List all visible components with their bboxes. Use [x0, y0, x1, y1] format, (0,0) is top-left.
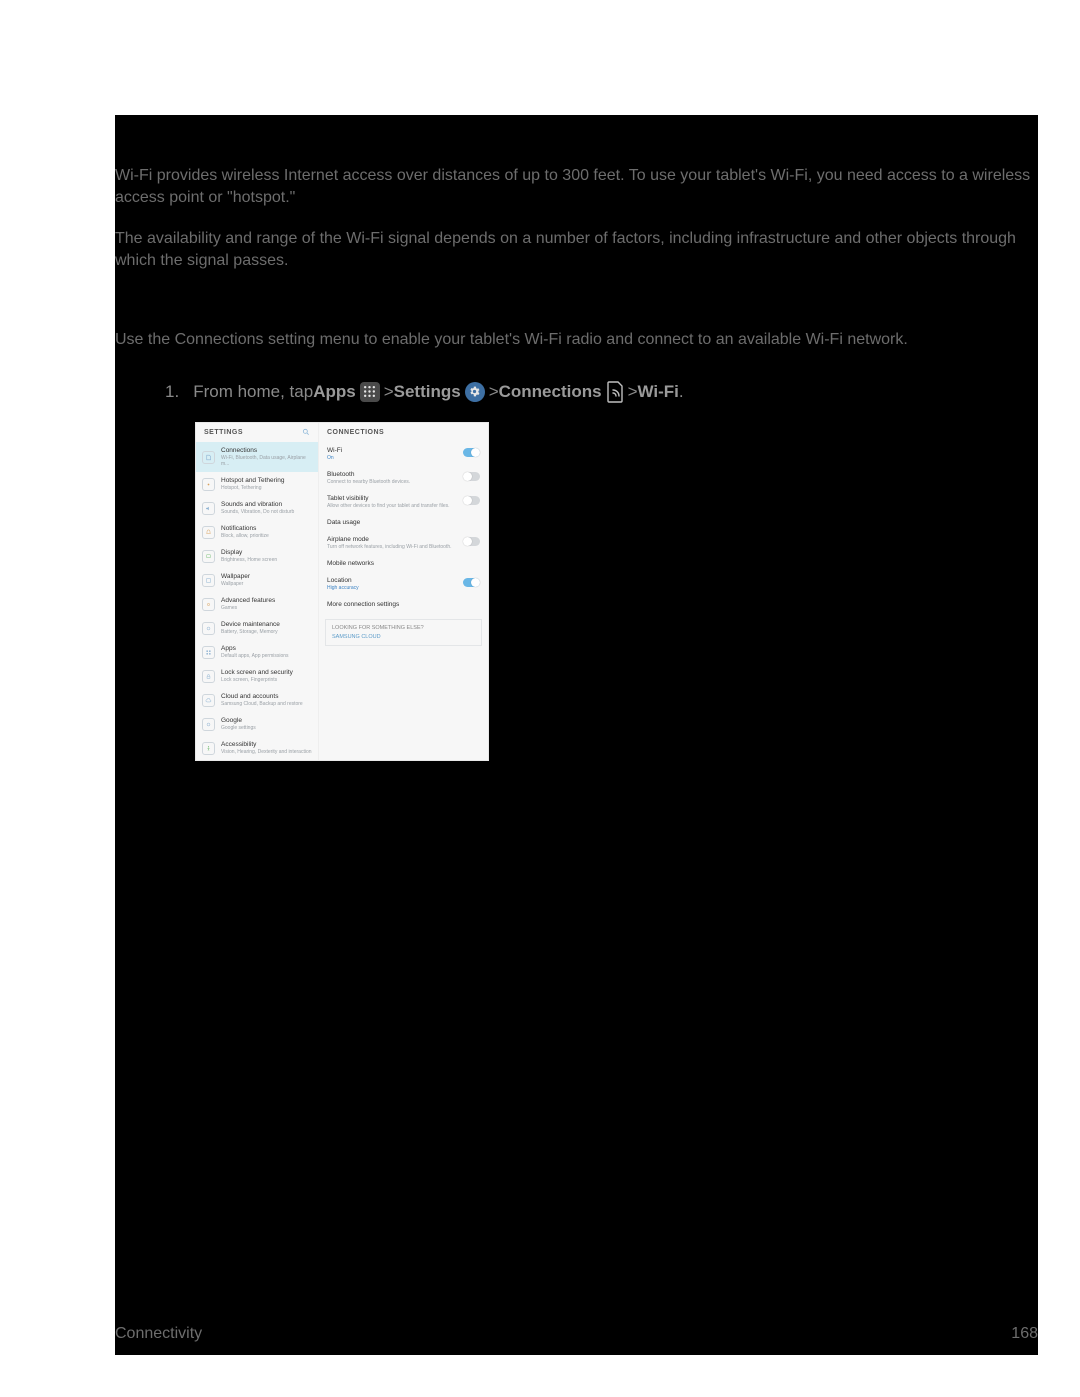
wallpaper-icon — [202, 574, 215, 587]
paragraph-intro-1: Wi-Fi provides wireless Internet access … — [115, 115, 1038, 210]
apps-grid-icon — [360, 382, 380, 402]
sidebar-item-maintenance[interactable]: Device maintenanceBattery, Storage, Memo… — [196, 616, 318, 640]
document-blackbox: Wi-Fi provides wireless Internet access … — [115, 115, 1038, 1355]
step-bold-apps: Apps — [313, 379, 356, 405]
sidebar-item-lockscreen[interactable]: Lock screen and securityLock screen, Fin… — [196, 664, 318, 688]
visibility-toggle[interactable] — [463, 496, 480, 505]
sidebar-item-notifications[interactable]: NotificationsBlock, allow, prioritize — [196, 520, 318, 544]
settings-title-bar: SETTINGS — [196, 423, 318, 442]
suggestion-link: SAMSUNG CLOUD — [332, 634, 475, 640]
sidebar-item-wallpaper[interactable]: WallpaperWallpaper — [196, 568, 318, 592]
wifi-toggle[interactable] — [463, 448, 480, 457]
connections-title: CONNECTIONS — [327, 429, 384, 436]
sidebar-item-display[interactable]: DisplayBrightness, Home screen — [196, 544, 318, 568]
sidebar-item-cloud[interactable]: Cloud and accountsSamsung Cloud, Backup … — [196, 688, 318, 712]
accessibility-icon — [202, 742, 215, 755]
connections-title-bar: CONNECTIONS — [319, 423, 488, 442]
sidebar-item-apps[interactable]: AppsDefault apps, App permissions — [196, 640, 318, 664]
step-period: . — [679, 379, 684, 405]
sidebar-item-accessibility[interactable]: AccessibilityVision, Hearing, Dexterity … — [196, 736, 318, 760]
connections-doc-icon — [606, 381, 624, 403]
right-item-mobile[interactable]: Mobile networks — [319, 555, 488, 572]
hotspot-icon — [202, 478, 215, 491]
footer-section: Connectivity — [115, 1325, 202, 1343]
right-item-datausage[interactable]: Data usage — [319, 514, 488, 531]
right-item-more[interactable]: More connection settings — [319, 596, 488, 613]
apps-icon — [202, 646, 215, 659]
connections-icon — [202, 451, 215, 464]
suggestion-title: LOOKING FOR SOMETHING ELSE? — [332, 625, 475, 631]
sidebar-item-connections[interactable]: ConnectionsWi-Fi, Bluetooth, Data usage,… — [196, 442, 318, 472]
advanced-icon — [202, 598, 215, 611]
display-icon — [202, 550, 215, 563]
settings-gear-icon — [465, 382, 485, 402]
notifications-icon — [202, 526, 215, 539]
step-bold-connections: Connections — [499, 379, 602, 405]
step-number: 1. — [165, 379, 179, 405]
lock-icon — [202, 670, 215, 683]
google-icon — [202, 718, 215, 731]
bluetooth-toggle[interactable] — [463, 472, 480, 481]
step-sep-1: > — [384, 379, 394, 405]
location-toggle[interactable] — [463, 578, 480, 587]
sound-icon — [202, 502, 215, 515]
page-footer: Connectivity 168 — [115, 1325, 1038, 1343]
search-icon[interactable] — [302, 428, 310, 438]
step-text-1: From home, tap — [193, 379, 313, 405]
step-sep-2: > — [489, 379, 499, 405]
sidebar-item-label: Connections — [221, 447, 312, 454]
right-item-wifi[interactable]: Wi-Fi On — [319, 442, 488, 466]
step-sep-3: > — [628, 379, 638, 405]
sidebar-item-google[interactable]: GoogleGoogle settings — [196, 712, 318, 736]
settings-title: SETTINGS — [204, 429, 243, 436]
suggestion-box[interactable]: LOOKING FOR SOMETHING ELSE? SAMSUNG CLOU… — [325, 619, 482, 646]
airplane-toggle[interactable] — [463, 537, 480, 546]
step-1: 1. From home, tap Apps > Settings > Conn… — [165, 379, 1038, 405]
paragraph-intro-3: Use the Connections setting menu to enab… — [115, 329, 1038, 351]
sidebar-item-hotspot[interactable]: Hotspot and TetheringHotspot, Tethering — [196, 472, 318, 496]
footer-page-number: 168 — [1011, 1325, 1038, 1343]
right-item-airplane[interactable]: Airplane mode Turn off network features,… — [319, 531, 488, 555]
maintenance-icon — [202, 622, 215, 635]
step-bold-settings: Settings — [394, 379, 461, 405]
paragraph-intro-2: The availability and range of the Wi-Fi … — [115, 228, 1038, 273]
settings-screenshot: SETTINGS ConnectionsWi-Fi, Bluetooth, Da… — [195, 422, 489, 761]
cloud-icon — [202, 694, 215, 707]
right-item-visibility[interactable]: Tablet visibility Allow other devices to… — [319, 490, 488, 514]
step-bold-wifi: Wi-Fi — [638, 379, 679, 405]
right-item-bluetooth[interactable]: Bluetooth Connect to nearby Bluetooth de… — [319, 466, 488, 490]
sidebar-item-sounds[interactable]: Sounds and vibrationSounds, Vibration, D… — [196, 496, 318, 520]
sidebar-item-advanced[interactable]: Advanced featuresGames — [196, 592, 318, 616]
right-item-location[interactable]: Location High accuracy — [319, 572, 488, 596]
